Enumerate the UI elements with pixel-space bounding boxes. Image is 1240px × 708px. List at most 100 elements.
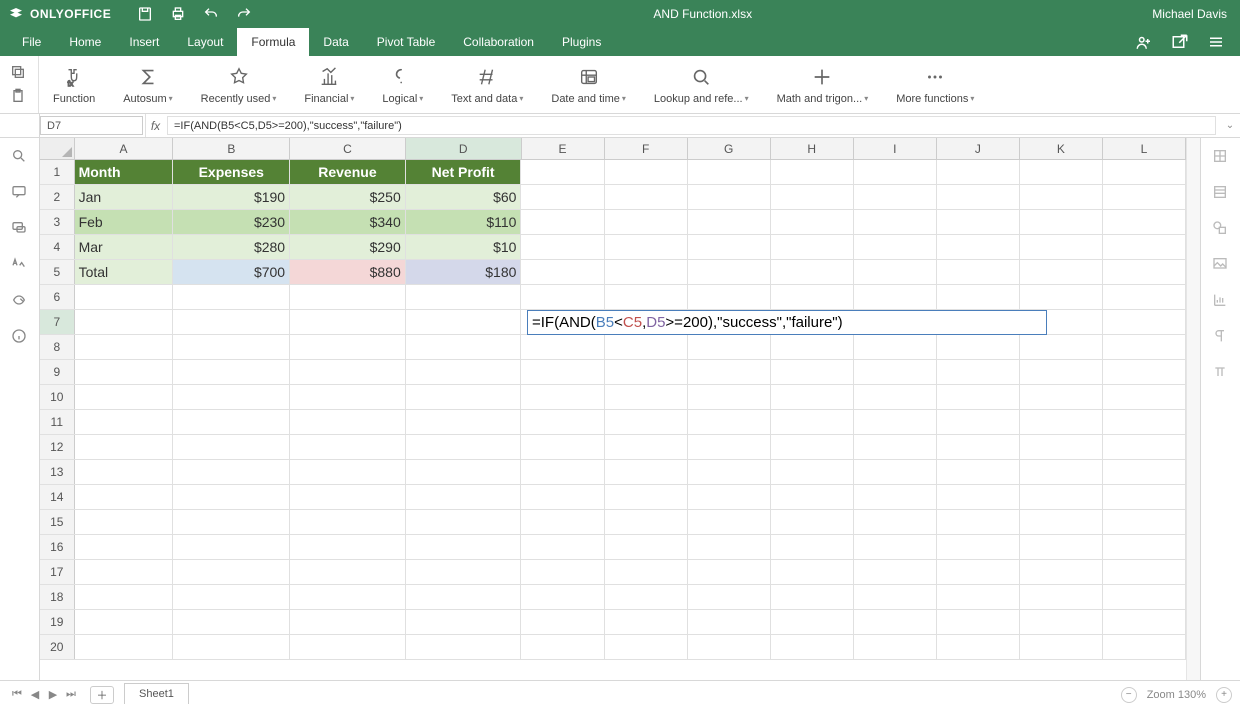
- cell[interactable]: [937, 635, 1020, 659]
- cell[interactable]: [854, 410, 937, 434]
- cell[interactable]: [75, 335, 174, 359]
- col-header-C[interactable]: C: [290, 138, 406, 159]
- cell[interactable]: [173, 460, 290, 484]
- cell[interactable]: [406, 510, 522, 534]
- cell[interactable]: [290, 585, 406, 609]
- row-header-18[interactable]: 18: [40, 585, 75, 609]
- cell[interactable]: [1103, 410, 1186, 434]
- cell[interactable]: [688, 635, 771, 659]
- cell[interactable]: Month: [75, 160, 174, 184]
- cell[interactable]: [937, 535, 1020, 559]
- cell[interactable]: [521, 335, 604, 359]
- cell[interactable]: [1103, 510, 1186, 534]
- cell[interactable]: [688, 285, 771, 309]
- menu-plugins[interactable]: Plugins: [548, 28, 615, 56]
- cell[interactable]: [75, 635, 174, 659]
- cell[interactable]: [605, 335, 688, 359]
- cell[interactable]: [688, 610, 771, 634]
- cell[interactable]: [937, 210, 1020, 234]
- cell[interactable]: [290, 385, 406, 409]
- cell[interactable]: $290: [290, 235, 406, 259]
- ribbon-function[interactable]: fxFunction: [39, 56, 109, 113]
- cell[interactable]: [1020, 360, 1103, 384]
- row-header-14[interactable]: 14: [40, 485, 75, 509]
- row-header-17[interactable]: 17: [40, 560, 75, 584]
- cell[interactable]: [854, 360, 937, 384]
- cell[interactable]: Jan: [75, 185, 174, 209]
- cell[interactable]: [173, 310, 290, 334]
- options-icon[interactable]: [1207, 33, 1225, 51]
- cell[interactable]: [173, 285, 290, 309]
- cell[interactable]: [406, 610, 522, 634]
- sheet-nav-first-icon[interactable]: ⏮: [8, 688, 26, 701]
- ribbon-lookup-and-refe-[interactable]: Lookup and refe...▾: [640, 56, 763, 113]
- cell[interactable]: [605, 210, 688, 234]
- cell[interactable]: [854, 235, 937, 259]
- cell[interactable]: [854, 185, 937, 209]
- zoom-out-button[interactable]: −: [1121, 687, 1137, 703]
- row-header-8[interactable]: 8: [40, 335, 75, 359]
- cell[interactable]: [75, 585, 174, 609]
- ribbon-more-functions[interactable]: More functions▾: [882, 56, 988, 113]
- cell[interactable]: [688, 360, 771, 384]
- cell[interactable]: [937, 585, 1020, 609]
- sheet-tab[interactable]: Sheet1: [124, 683, 189, 704]
- cell[interactable]: [290, 410, 406, 434]
- cell[interactable]: [521, 160, 604, 184]
- cell[interactable]: [1020, 385, 1103, 409]
- feedback-icon[interactable]: [11, 292, 29, 310]
- col-header-E[interactable]: E: [522, 138, 605, 159]
- cell[interactable]: [688, 260, 771, 284]
- cell[interactable]: [1020, 160, 1103, 184]
- menu-file[interactable]: File: [8, 28, 55, 56]
- row-header-15[interactable]: 15: [40, 510, 75, 534]
- comments-icon[interactable]: [11, 184, 29, 202]
- cell[interactable]: [290, 610, 406, 634]
- cell[interactable]: [854, 485, 937, 509]
- cell[interactable]: [75, 535, 174, 559]
- row-header-13[interactable]: 13: [40, 460, 75, 484]
- cell[interactable]: [406, 560, 522, 584]
- spreadsheet-grid[interactable]: ABCDEFGHIJKL1MonthExpensesRevenueNet Pro…: [40, 138, 1186, 680]
- ribbon-text-and-data[interactable]: Text and data▾: [437, 56, 537, 113]
- shape-settings-icon[interactable]: [1212, 220, 1230, 238]
- cell[interactable]: [771, 285, 854, 309]
- vertical-scrollbar[interactable]: [1186, 138, 1200, 680]
- cell[interactable]: [406, 435, 522, 459]
- cell[interactable]: [1103, 535, 1186, 559]
- cell[interactable]: [605, 160, 688, 184]
- menu-data[interactable]: Data: [309, 28, 362, 56]
- zoom-in-button[interactable]: +: [1216, 687, 1232, 703]
- share-icon[interactable]: [1135, 33, 1153, 51]
- cell[interactable]: [406, 635, 522, 659]
- cell[interactable]: [688, 460, 771, 484]
- cell[interactable]: [771, 235, 854, 259]
- cell[interactable]: [688, 210, 771, 234]
- cell[interactable]: [1103, 560, 1186, 584]
- ribbon-autosum[interactable]: Autosum▾: [109, 56, 186, 113]
- cell[interactable]: [406, 460, 522, 484]
- cell[interactable]: [771, 260, 854, 284]
- cell[interactable]: [771, 535, 854, 559]
- cell[interactable]: [75, 485, 174, 509]
- cell[interactable]: $190: [173, 185, 290, 209]
- cell[interactable]: [605, 235, 688, 259]
- cell[interactable]: [688, 335, 771, 359]
- col-header-I[interactable]: I: [854, 138, 937, 159]
- ribbon-financial[interactable]: Financial▾: [290, 56, 368, 113]
- cell[interactable]: [290, 460, 406, 484]
- row-header-4[interactable]: 4: [40, 235, 75, 259]
- cell[interactable]: [406, 285, 522, 309]
- cell[interactable]: [1103, 310, 1186, 334]
- col-header-A[interactable]: A: [75, 138, 174, 159]
- formula-bar[interactable]: =IF(AND(B5<C5,D5>=200),"success","failur…: [167, 116, 1216, 135]
- undo-icon[interactable]: [202, 5, 220, 23]
- cell[interactable]: [173, 510, 290, 534]
- find-icon[interactable]: [11, 148, 29, 166]
- cell[interactable]: $10: [406, 235, 522, 259]
- col-header-J[interactable]: J: [937, 138, 1020, 159]
- cell[interactable]: [1020, 585, 1103, 609]
- cell[interactable]: [1103, 460, 1186, 484]
- cell[interactable]: [771, 510, 854, 534]
- ribbon-recently-used[interactable]: Recently used▾: [187, 56, 291, 113]
